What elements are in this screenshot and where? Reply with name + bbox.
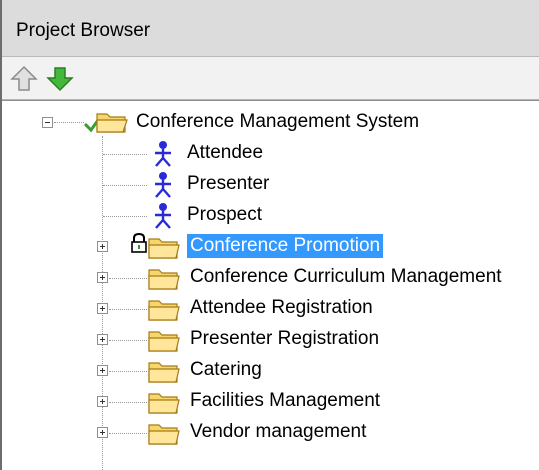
panel-title: Project Browser	[16, 20, 151, 41]
expand-toggle[interactable]	[97, 241, 108, 252]
tree-node-label: Attendee	[187, 142, 264, 163]
expand-toggle[interactable]	[97, 303, 108, 314]
expand-toggle[interactable]	[97, 272, 108, 283]
tree-node-package[interactable]: Conference Promotion	[2, 232, 539, 262]
tree-connector	[54, 122, 84, 123]
tree-connector	[103, 154, 147, 155]
tree-node-actor[interactable]: Attendee	[2, 139, 539, 169]
tree-node-package[interactable]: Catering	[2, 356, 539, 386]
tree-connector	[109, 278, 147, 279]
folder-icon	[148, 300, 180, 321]
tree-node-package[interactable]: Attendee Registration	[2, 294, 539, 324]
actor-icon	[155, 172, 171, 198]
project-browser-panel: Project Browser Conference Management Sy…	[0, 0, 539, 470]
tree-node-package[interactable]: Facilities Management	[2, 387, 539, 417]
panel-titlebar: Project Browser	[2, 0, 539, 57]
lock-icon	[131, 232, 147, 253]
folder-icon	[148, 424, 180, 445]
arrow-down-icon[interactable]	[46, 65, 74, 93]
tree-node-label: Facilities Management	[190, 390, 381, 411]
tree-node-label: Catering	[190, 359, 262, 380]
tree-node-label: Presenter Registration	[190, 328, 380, 349]
folder-icon	[148, 393, 180, 414]
tree-node-label: Conference Promotion	[187, 234, 384, 258]
project-tree: Conference Management System Attendee Pr…	[2, 100, 539, 470]
toolbar	[2, 57, 539, 100]
tree-connector	[109, 433, 147, 434]
tree-node-package[interactable]: Vendor management	[2, 418, 539, 448]
expand-toggle[interactable]	[97, 427, 108, 438]
tree-connector	[103, 185, 147, 186]
tree-connector	[109, 340, 147, 341]
arrow-up-icon[interactable]	[10, 65, 38, 93]
tree-connector	[109, 371, 147, 372]
actor-icon	[155, 141, 171, 167]
tree-node-actor[interactable]: Presenter	[2, 170, 539, 200]
folder-icon	[148, 238, 180, 259]
folder-icon	[148, 362, 180, 383]
tree-node-package[interactable]: Conference Curriculum Management	[2, 263, 539, 293]
tree-node-label: Conference Management System	[136, 111, 420, 132]
tree-node-label: Prospect	[187, 204, 262, 225]
checked-folder-icon	[83, 113, 128, 133]
tree-node-package[interactable]: Presenter Registration	[2, 325, 539, 355]
folder-icon	[148, 269, 180, 290]
tree-node-label: Presenter	[187, 173, 270, 194]
expand-toggle[interactable]	[97, 334, 108, 345]
tree-node-label: Conference Curriculum Management	[190, 266, 502, 287]
folder-icon	[148, 331, 180, 352]
tree-node-root[interactable]: Conference Management System	[2, 108, 539, 138]
tree-node-label: Attendee Registration	[190, 297, 373, 318]
expand-toggle[interactable]	[97, 365, 108, 376]
actor-icon	[155, 203, 171, 229]
tree-connector	[103, 216, 147, 217]
tree-connector	[109, 309, 147, 310]
tree-connector	[109, 402, 147, 403]
collapse-toggle[interactable]	[42, 117, 53, 128]
tree-node-actor[interactable]: Prospect	[2, 201, 539, 231]
tree-node-label: Vendor management	[190, 421, 367, 442]
expand-toggle[interactable]	[97, 396, 108, 407]
